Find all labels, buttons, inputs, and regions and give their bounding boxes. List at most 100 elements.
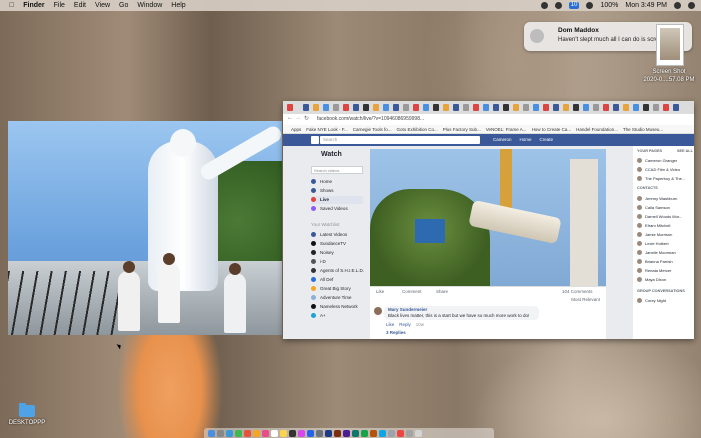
premiere-icon[interactable] <box>343 429 350 437</box>
tab[interactable] <box>633 104 639 111</box>
status-badge[interactable]: 10 <box>568 2 580 9</box>
sidebar-item-live[interactable]: Live <box>311 196 363 204</box>
tab[interactable] <box>553 104 559 111</box>
settings-icon[interactable] <box>316 429 323 437</box>
tab[interactable] <box>573 104 579 111</box>
tab[interactable] <box>363 104 369 111</box>
bookmark[interactable]: Handel Foundation... <box>576 127 618 132</box>
watchlist-item[interactable]: Nameless Network <box>311 303 358 311</box>
like-button[interactable]: Like <box>376 289 384 294</box>
sidebar-item-shows[interactable]: Shows <box>311 187 334 195</box>
menu-window[interactable]: Window <box>137 2 162 9</box>
main-video-player[interactable] <box>370 149 606 286</box>
nav-profile[interactable]: Cameron <box>493 137 512 142</box>
page-item[interactable]: Cameron Granger <box>637 157 677 164</box>
app-icon[interactable] <box>370 429 377 437</box>
comment-author[interactable]: Mary Sundermeier <box>388 307 427 312</box>
tab[interactable] <box>433 104 439 111</box>
watchlist-item[interactable]: Adventure Time <box>311 294 352 302</box>
watchlist-item[interactable]: SundanceTV <box>311 240 346 248</box>
menu-edit[interactable]: Edit <box>74 2 86 9</box>
bookmark[interactable]: Goto Exhibition Co... <box>396 127 437 132</box>
watchlist-item[interactable]: Agents of S.H.I.E.L.D. <box>311 267 364 275</box>
tab[interactable] <box>603 104 609 111</box>
app-icon[interactable] <box>379 429 386 437</box>
bookmark[interactable]: The Studio Museu... <box>623 127 663 132</box>
folder-icon[interactable] <box>17 402 37 418</box>
illustrator-icon[interactable] <box>334 429 341 437</box>
sidebar-item-home[interactable]: Home <box>311 178 332 186</box>
finder-icon[interactable] <box>208 429 215 437</box>
trash-icon[interactable] <box>415 429 422 437</box>
tab[interactable] <box>673 104 679 111</box>
tab[interactable] <box>443 104 449 111</box>
contact-item[interactable]: Caila Samson <box>637 204 670 211</box>
bookmark[interactable]: How to Create Ca... <box>532 127 572 132</box>
tab[interactable] <box>523 104 529 111</box>
comment-count[interactable]: 104 Comments <box>562 289 593 294</box>
status-icon[interactable] <box>540 2 548 9</box>
share-button[interactable]: Share <box>436 289 448 294</box>
back-icon[interactable]: ← <box>287 115 293 121</box>
tab[interactable] <box>503 104 509 111</box>
safari-icon[interactable] <box>226 429 233 437</box>
tab[interactable] <box>343 104 349 111</box>
contact-item[interactable]: Efram Mitchell <box>637 222 670 229</box>
contact-item[interactable]: Renata Mercer <box>637 267 671 274</box>
menu-file[interactable]: File <box>54 2 65 9</box>
contact-item[interactable]: Maya Dixon <box>637 276 666 283</box>
search-videos-input[interactable]: Search videos <box>311 166 363 174</box>
page-item[interactable]: The Paperboy & The... <box>637 175 685 182</box>
status-icon[interactable] <box>554 2 562 9</box>
browser-window[interactable]: ← → ↻ facebook.com/watch/live/?v=1094608… <box>283 101 694 339</box>
comment-like-link[interactable]: Like <box>386 322 394 327</box>
tab[interactable] <box>613 104 619 111</box>
nav-home[interactable]: Home <box>520 137 532 142</box>
messages-icon[interactable] <box>235 429 242 437</box>
watchlist-item[interactable]: Great Big Story <box>311 285 351 293</box>
contact-item[interactable]: Jamie Morrison <box>637 231 672 238</box>
tab[interactable] <box>353 104 359 111</box>
search-icon[interactable] <box>674 2 681 9</box>
menu-finder[interactable]: Finder <box>23 2 44 9</box>
facebook-search-input[interactable]: Search <box>320 136 480 144</box>
forward-icon[interactable]: → <box>295 115 301 121</box>
photoshop-icon[interactable] <box>325 429 332 437</box>
avatar[interactable] <box>374 307 382 315</box>
tab[interactable] <box>483 104 489 111</box>
tab[interactable] <box>583 104 589 111</box>
app-icon[interactable] <box>397 429 404 437</box>
screenshot-file-icon[interactable] <box>652 24 684 74</box>
watchlist-item[interactable]: i-D <box>311 258 326 266</box>
tab[interactable] <box>413 104 419 111</box>
most-relevant-dropdown[interactable]: Most Relevant <box>571 297 600 302</box>
page-item[interactable]: CCAD Film & Video <box>637 166 680 173</box>
launchpad-icon[interactable] <box>217 429 224 437</box>
menu-go[interactable]: Go <box>119 2 128 9</box>
see-all-link[interactable]: SEE ALL <box>677 149 693 153</box>
app-icon[interactable] <box>253 429 260 437</box>
tab[interactable] <box>393 104 399 111</box>
bookmark[interactable]: Carnegie Tools fo... <box>353 127 392 132</box>
chrome-icon[interactable] <box>244 429 251 437</box>
battery-percent[interactable]: 100% <box>600 2 618 9</box>
nav-create[interactable]: Create <box>540 137 554 142</box>
contact-item[interactable]: Janelle Moorman <box>637 249 676 256</box>
watchlist-item[interactable]: Latest Videos <box>311 231 347 239</box>
menu-help[interactable]: Help <box>171 2 185 9</box>
tab[interactable] <box>653 104 659 111</box>
notes-icon[interactable] <box>280 429 287 437</box>
tab[interactable] <box>373 104 379 111</box>
apple-menu-icon[interactable]:  <box>9 2 14 9</box>
notification-center-icon[interactable] <box>688 2 695 9</box>
comment-replies-link[interactable]: 3 Replies <box>386 330 406 335</box>
tab[interactable] <box>303 104 309 111</box>
downloads-icon[interactable] <box>406 429 413 437</box>
spotify-icon[interactable] <box>361 429 368 437</box>
close-window-icon[interactable] <box>287 104 293 111</box>
comment-reply-link[interactable]: Reply <box>399 322 411 327</box>
tab[interactable] <box>473 104 479 111</box>
music-icon[interactable] <box>298 429 305 437</box>
app-store-icon[interactable] <box>307 429 314 437</box>
group-item[interactable]: Corey Night <box>637 297 666 304</box>
